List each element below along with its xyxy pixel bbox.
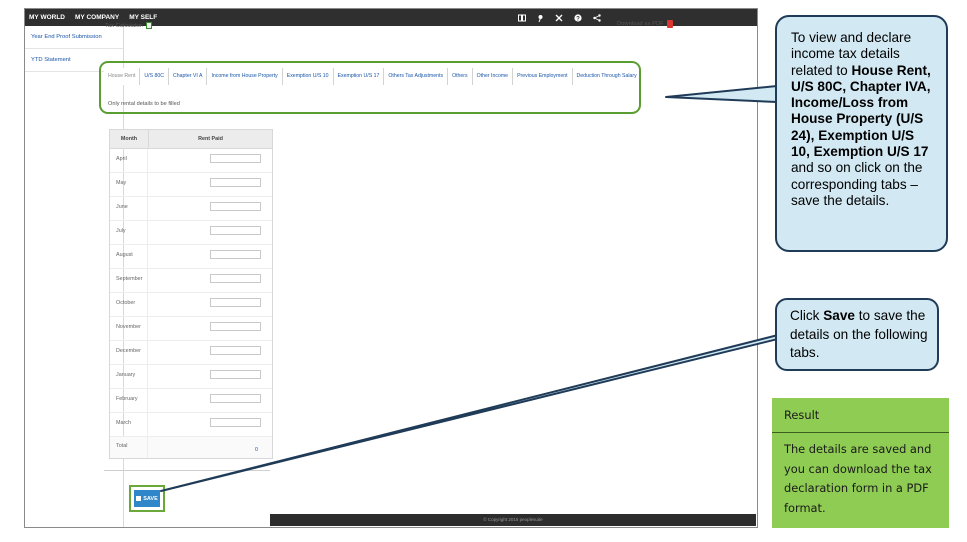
pdf-icon[interactable] bbox=[666, 20, 673, 28]
rent-cell bbox=[148, 413, 272, 436]
rent-cell bbox=[148, 317, 272, 340]
rent-row: January bbox=[110, 365, 272, 389]
rent-cell bbox=[148, 389, 272, 412]
rent-cell bbox=[148, 269, 272, 292]
help-icon[interactable]: ? bbox=[574, 13, 582, 22]
calculator-icon[interactable] bbox=[146, 22, 153, 29]
rent-input[interactable] bbox=[210, 202, 261, 211]
month-label: July bbox=[110, 221, 148, 244]
svg-text:?: ? bbox=[576, 16, 580, 22]
save-disk-icon bbox=[136, 496, 142, 501]
rental-note: Only rental details to be filled bbox=[108, 101, 180, 107]
rent-cell bbox=[148, 149, 272, 172]
rent-row: March bbox=[110, 413, 272, 437]
rent-total-row: Total 0 bbox=[110, 437, 272, 458]
rent-input[interactable] bbox=[210, 346, 261, 355]
footer: © Copyright 2015 peoplesuite bbox=[270, 514, 756, 526]
callout-save: Click Save to save the details on the fo… bbox=[775, 298, 939, 371]
tools-icon[interactable] bbox=[555, 14, 563, 22]
sidebar-item-year-end-proof[interactable]: Year End Proof Submission bbox=[25, 26, 123, 49]
month-label: November bbox=[110, 317, 148, 340]
rent-row: November bbox=[110, 317, 272, 341]
month-label: February bbox=[110, 389, 148, 412]
rent-paid-header: Rent Paid bbox=[198, 136, 223, 142]
rent-row: December bbox=[110, 341, 272, 365]
rent-input[interactable] bbox=[210, 370, 261, 379]
callout-save-text: Click bbox=[790, 308, 824, 323]
callout-tabs-text-end: and so on click on the corresponding tab… bbox=[791, 160, 923, 208]
month-header: Month bbox=[110, 130, 149, 148]
book-icon[interactable] bbox=[518, 14, 526, 22]
result-box: Result The details are saved and you can… bbox=[772, 398, 949, 528]
rent-row: July bbox=[110, 221, 272, 245]
total-value: 0 bbox=[255, 447, 258, 453]
form-divider bbox=[104, 470, 270, 471]
rent-input[interactable] bbox=[210, 274, 261, 283]
rent-cell bbox=[148, 245, 272, 268]
rent-cell bbox=[148, 365, 272, 388]
rent-input[interactable] bbox=[210, 178, 261, 187]
rent-cell bbox=[148, 221, 272, 244]
rent-row: February bbox=[110, 389, 272, 413]
rent-row: April bbox=[110, 149, 272, 173]
tax-calculator-label: Tax Calculator: bbox=[105, 22, 144, 29]
rent-row: September bbox=[110, 269, 272, 293]
rent-table: Month Rent Paid April May June July August Se… bbox=[109, 129, 273, 459]
month-label: April bbox=[110, 149, 148, 172]
month-label: March bbox=[110, 413, 148, 436]
rent-rows: April May June July August September October No… bbox=[110, 149, 272, 437]
rent-row: June bbox=[110, 197, 272, 221]
tax-calculator: Tax Calculator: bbox=[105, 22, 153, 29]
month-label: September bbox=[110, 269, 148, 292]
nav-my-company[interactable]: MY COMPANY bbox=[75, 14, 119, 21]
result-body: The details are saved and you can downlo… bbox=[784, 442, 932, 515]
callout-tabs: To view and declare income tax details r… bbox=[775, 15, 948, 252]
nav-my-self[interactable]: MY SELF bbox=[129, 14, 157, 21]
save-label: SAVE bbox=[143, 495, 158, 502]
rent-cell bbox=[148, 173, 272, 196]
callout-save-bold: Save bbox=[823, 308, 855, 323]
rent-input[interactable] bbox=[210, 154, 261, 163]
month-label: August bbox=[110, 245, 148, 268]
share-icon[interactable] bbox=[593, 13, 601, 22]
month-label: June bbox=[110, 197, 148, 220]
download-pdf-label[interactable]: Download as PDF bbox=[617, 21, 664, 27]
total-label: Total bbox=[110, 437, 148, 458]
top-icons: ? bbox=[518, 9, 601, 26]
month-label: October bbox=[110, 293, 148, 316]
rent-input[interactable] bbox=[210, 418, 261, 427]
rent-row: May bbox=[110, 173, 272, 197]
rent-input[interactable] bbox=[210, 322, 261, 331]
result-title: Result bbox=[772, 398, 949, 433]
rent-cell bbox=[148, 341, 272, 364]
month-label: May bbox=[110, 173, 148, 196]
rent-input[interactable] bbox=[210, 394, 261, 403]
save-button[interactable]: SAVE bbox=[134, 490, 160, 507]
rent-row: August bbox=[110, 245, 272, 269]
rent-cell bbox=[148, 293, 272, 316]
rent-cell bbox=[148, 197, 272, 220]
tabs-highlight bbox=[99, 61, 641, 114]
rent-input[interactable] bbox=[210, 298, 261, 307]
rent-row: October bbox=[110, 293, 272, 317]
month-label: December bbox=[110, 341, 148, 364]
nav-my-world[interactable]: MY WORLD bbox=[29, 14, 65, 21]
download-pdf-link[interactable]: Download as PDF bbox=[617, 20, 673, 28]
pin-icon[interactable] bbox=[537, 14, 544, 22]
rent-input[interactable] bbox=[210, 226, 261, 235]
rent-table-header: Month Rent Paid bbox=[110, 130, 272, 149]
month-label: January bbox=[110, 365, 148, 388]
rent-input[interactable] bbox=[210, 250, 261, 259]
